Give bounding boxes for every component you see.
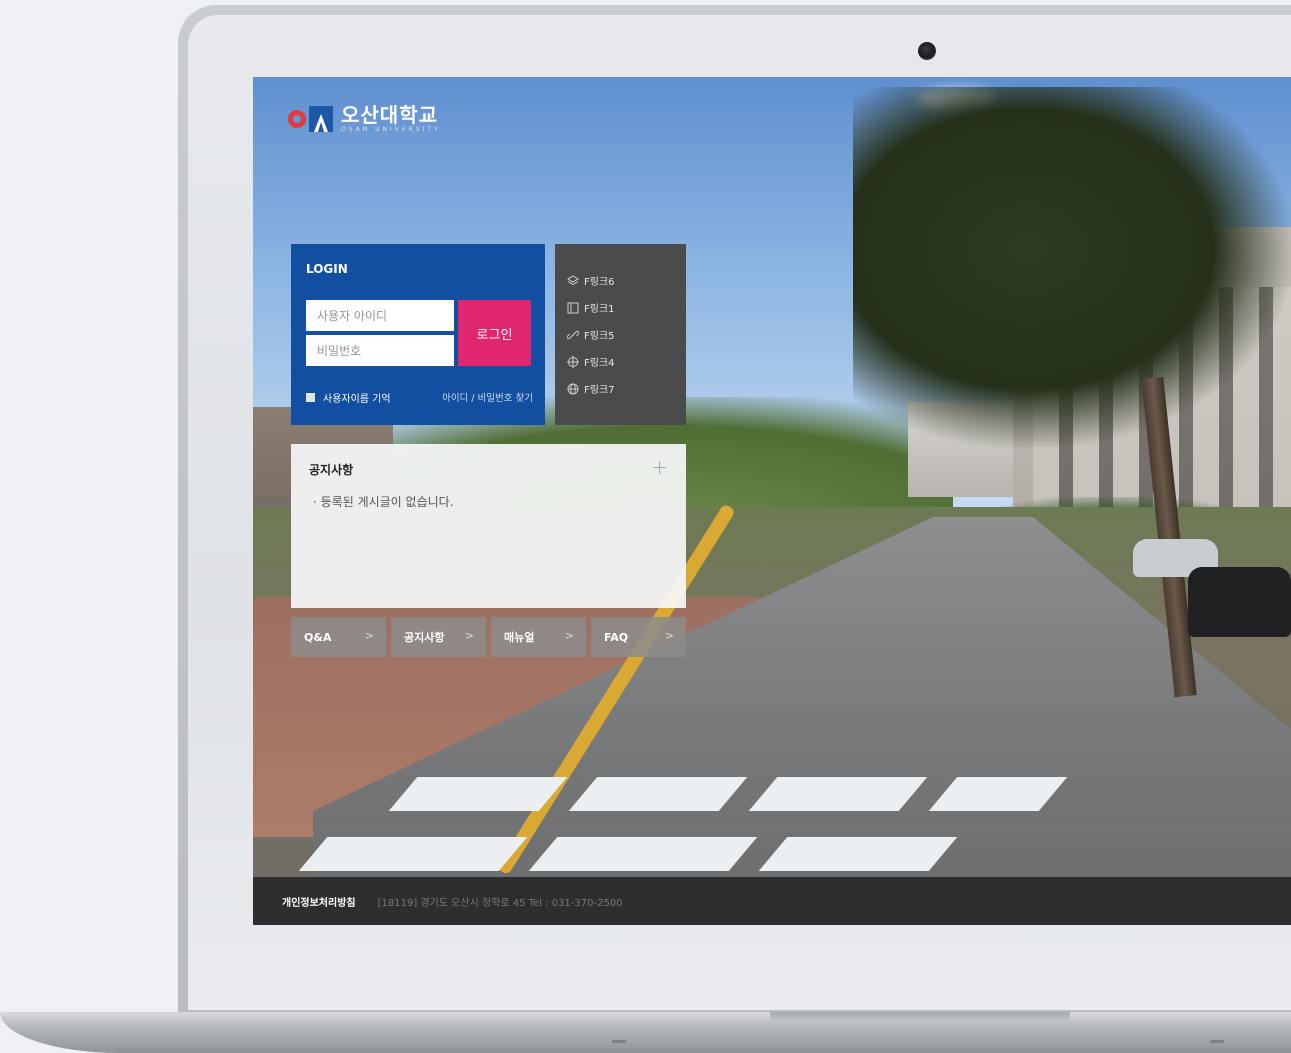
laptop-foot [1210, 1040, 1224, 1043]
crosswalk-stripe [528, 837, 758, 871]
login-button[interactable]: 로그인 [458, 300, 531, 366]
username-input[interactable] [306, 300, 454, 331]
manual-button[interactable]: 매뉴얼 > [491, 617, 586, 657]
crosswalk-stripe [748, 777, 928, 811]
quick-link-2[interactable]: F링크1 [567, 300, 615, 315]
globe-icon [567, 383, 579, 394]
notice-more-button[interactable]: + [651, 455, 668, 479]
password-input[interactable] [306, 335, 454, 366]
find-id-password-link[interactable]: 아이디 / 비밀번호 찾기 [442, 390, 533, 404]
privacy-policy-link[interactable]: 개인정보처리방침 [282, 894, 356, 909]
layers-icon [567, 274, 579, 285]
crosshair-icon [567, 355, 579, 368]
chevron-right-icon: > [564, 629, 574, 642]
crosswalk-stripe [388, 777, 568, 811]
book-icon [567, 302, 579, 313]
notice-empty-message: · 등록된 게시글이 없습니다. [313, 495, 454, 509]
university-logo[interactable]: 오산대학교 OSAN UNIVERSITY [288, 105, 441, 133]
link-icon [567, 330, 579, 339]
chevron-right-icon: > [364, 629, 374, 642]
login-panel: LOGIN 로그인 사용자이름 기억 아이디 / 비밀번호 찾기 [291, 244, 545, 425]
remember-username[interactable]: 사용자이름 기억 [306, 390, 391, 405]
quick-link-3[interactable]: F링크5 [567, 327, 615, 342]
logo-name-ko: 오산대학교 [341, 103, 438, 127]
qna-button-label: Q&A [304, 630, 332, 644]
footer: 개인정보처리방침 [18119] 경기도 오산시 청학로 45 Tel : 03… [253, 877, 1291, 925]
chevron-right-icon: > [464, 629, 474, 642]
notice-panel: 공지사항 + · 등록된 게시글이 없습니다. [291, 444, 686, 608]
parked-car [1188, 567, 1291, 637]
quick-link-label: F링크1 [584, 304, 615, 315]
quick-link-label: F링크7 [584, 385, 615, 396]
login-screen: 오산대학교 OSAN UNIVERSITY LOGIN 로그인 사용자이름 기억… [253, 77, 1291, 925]
quick-link-4[interactable]: F링크4 [567, 354, 615, 369]
notice-button-label: 공지사항 [404, 631, 445, 644]
notice-button[interactable]: 공지사항 > [391, 617, 486, 657]
quick-links-panel: F링크6 F링크1 F링크5 F링크4 F링크7 [555, 244, 686, 425]
crosswalk-stripe [568, 777, 748, 811]
background-pine-tree [853, 87, 1291, 447]
manual-button-label: 매뉴얼 [504, 631, 535, 644]
laptop-notch [770, 1012, 1070, 1022]
logo-a-mark [309, 106, 333, 132]
notice-title: 공지사항 [309, 463, 354, 477]
quick-link-1[interactable]: F링크6 [567, 273, 615, 288]
remember-label: 사용자이름 기억 [323, 394, 391, 405]
webcam [918, 42, 936, 60]
footer-address: [18119] 경기도 오산시 청학로 45 Tel : 031-370-250… [377, 897, 623, 909]
qna-button[interactable]: Q&A > [291, 617, 386, 657]
laptop-foot [612, 1040, 626, 1043]
faq-button[interactable]: FAQ > [591, 617, 686, 657]
quick-link-5[interactable]: F링크7 [567, 381, 615, 396]
crosswalk-stripe [298, 837, 528, 871]
crosswalk-stripe [758, 837, 958, 871]
faq-button-label: FAQ [604, 630, 629, 644]
chevron-right-icon: > [664, 629, 674, 642]
remember-checkbox[interactable] [306, 393, 315, 402]
logo-name-en: OSAN UNIVERSITY [341, 126, 441, 133]
laptop-base [0, 1012, 1291, 1053]
login-title: LOGIN [306, 262, 348, 276]
logo-o-mark [288, 110, 306, 128]
quick-link-label: F링크6 [584, 277, 615, 288]
quick-link-label: F링크5 [584, 331, 615, 342]
quick-link-label: F링크4 [584, 358, 615, 369]
